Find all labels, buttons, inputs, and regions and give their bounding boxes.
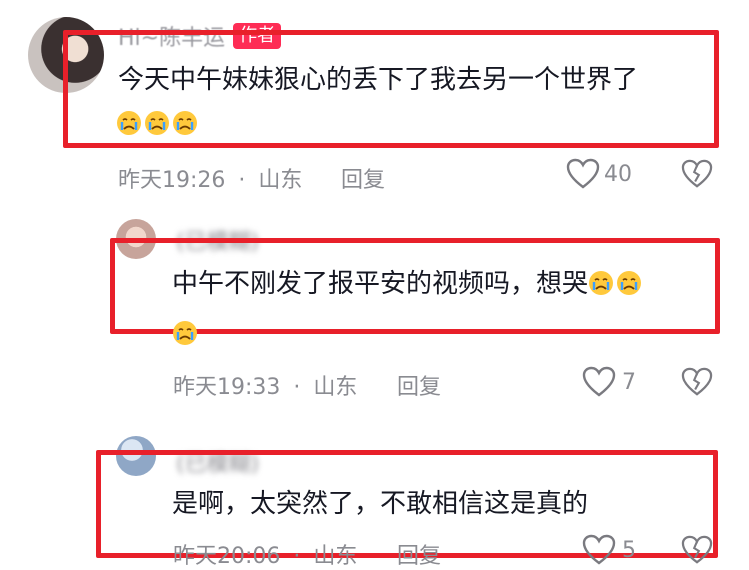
like-button[interactable]: 40 [566,158,632,190]
crying-emoji-icon [173,111,197,135]
crying-emoji-icon [173,321,197,345]
comment-location: 山东 [313,375,358,400]
comment-meta: 昨天19:26 · 山东 [118,162,302,194]
comment-meta: 昨天20:06 · 山东 [173,538,357,570]
dislike-button[interactable] [681,159,713,193]
comment-time: 昨天20:06 [173,544,281,569]
heart-icon [566,158,600,189]
comment-text: 今天中午妹妹狠心的丢下了我去另一个世界了 [118,65,639,95]
crying-emoji-icon [589,271,614,295]
broken-heart-icon [681,367,713,396]
emoji-row [172,320,200,346]
broken-heart-icon [681,535,713,564]
separator: · [238,168,246,193]
separator: · [293,375,301,400]
comment-text: 是啊，太突然了，不敢相信这是真的 [172,489,589,519]
comment-time: 昨天19:26 [118,168,226,193]
comment-text: 中午不刚发了报平安的视频吗，想哭 [172,264,644,304]
comment-location: 山东 [258,168,303,193]
comment-time: 昨天19:33 [173,375,281,400]
comment-text-content: 中午不刚发了报平安的视频吗，想哭 [172,269,589,299]
comment-location: 山东 [313,544,358,569]
like-count: 40 [604,161,632,187]
like-button[interactable]: 5 [582,534,636,566]
broken-heart-icon [681,159,713,188]
like-count: 5 [622,537,636,563]
heart-icon [582,534,616,565]
heart-icon [582,366,616,397]
comment-meta: 昨天19:33 · 山东 [173,369,357,401]
reply-button[interactable]: 回复 [397,369,441,401]
separator: · [293,544,301,569]
crying-emoji-icon [617,271,642,295]
crying-emoji-icon [145,111,169,135]
like-button[interactable]: 7 [582,366,636,398]
like-count: 7 [622,369,636,395]
dislike-button[interactable] [681,367,713,401]
crying-emoji-icon [117,111,141,135]
dislike-button[interactable] [681,535,713,569]
reply-button[interactable]: 回复 [397,538,441,570]
reply-button[interactable]: 回复 [341,162,385,194]
emoji-row [116,110,200,136]
